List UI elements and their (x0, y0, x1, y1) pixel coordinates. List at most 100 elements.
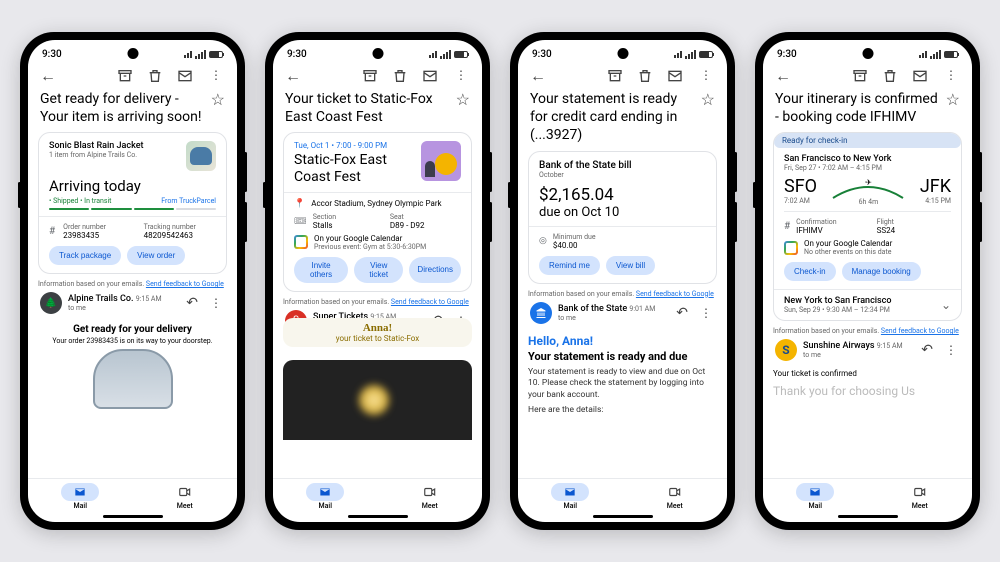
more-icon[interactable]: ⋮ (452, 68, 470, 84)
leg2-row[interactable]: New York to San Francisco Sun, Sep 29 • … (774, 289, 961, 320)
thanks-text: Thank you for choosing Us (773, 384, 962, 398)
concert-photo (283, 360, 472, 440)
ticket-header: Anna!your ticket to Static-Fox (283, 318, 472, 347)
star-icon[interactable]: ☆ (701, 90, 715, 109)
chevron-down-icon: ⌄ (941, 298, 951, 312)
feedback-link[interactable]: Send feedback to Google (881, 327, 959, 335)
battery-icon (209, 51, 223, 58)
tracking-number: 48209542463 (144, 231, 216, 240)
product-name: Sonic Blast Rain Jacket (49, 141, 178, 151)
hash-icon: # (784, 221, 790, 232)
min-due: $40.00 (553, 241, 596, 250)
leg1-date: Fri, Sep 27 • 7:02 AM – 4:15 PM (784, 164, 951, 172)
event-image (421, 141, 461, 181)
mail-tab[interactable]: Mail (273, 483, 378, 510)
mail-icon[interactable] (912, 68, 928, 84)
reply-icon[interactable]: ↶ (183, 295, 201, 311)
mail-icon[interactable] (177, 68, 193, 84)
event-name: Static-Fox East Coast Fest (294, 152, 413, 186)
message-more-icon[interactable]: ⋮ (207, 296, 225, 310)
email-subject: Your itinerary is confirmed - booking co… (775, 90, 940, 126)
phone-4: 9:30 ← ⋮ Your itinerary is confirmed - b… (755, 32, 980, 530)
archive-icon[interactable] (362, 68, 378, 84)
back-icon[interactable]: ← (285, 68, 301, 84)
archive-icon[interactable] (117, 68, 133, 84)
delete-icon[interactable] (882, 68, 898, 84)
camera-cutout (127, 48, 138, 59)
bill-card: Bank of the State bill October $2,165.04… (528, 151, 717, 284)
sender-avatar (530, 302, 552, 324)
more-icon[interactable]: ⋮ (697, 68, 715, 84)
email-subject: Your statement is ready for credit card … (530, 90, 695, 145)
itinerary-card: Ready for check-in San Francisco to New … (773, 132, 962, 321)
carrier: From TruckParcel (161, 197, 216, 205)
feedback-link[interactable]: Send feedback to Google (391, 298, 469, 306)
meet-tab[interactable]: Meet (623, 483, 728, 510)
phone-3: 9:30 ← ⋮ Your statement is ready for cre… (510, 32, 735, 530)
more-icon[interactable]: ⋮ (207, 68, 225, 84)
checkin-button[interactable]: Check-in (784, 262, 836, 281)
feedback-link[interactable]: Send feedback to Google (146, 280, 224, 288)
arriving-status: Arriving today (49, 177, 216, 195)
event-datetime: Tue, Oct 1 • 7:00 - 9:00 PM (294, 141, 413, 150)
view-ticket-button[interactable]: View ticket (354, 257, 403, 283)
sender-name: Sunshine Airways (803, 341, 874, 351)
mail-tab[interactable]: Mail (763, 483, 868, 510)
more-icon[interactable]: ⋮ (942, 68, 960, 84)
leg1-title: San Francisco to New York (784, 154, 951, 164)
body-heading: Get ready for your delivery (38, 324, 227, 335)
section-value: Stalls (313, 221, 384, 230)
message-more-icon[interactable]: ⋮ (942, 343, 960, 357)
delete-icon[interactable] (637, 68, 653, 84)
body-text2: Here are the details: (528, 405, 717, 416)
min-icon: ◎ (539, 236, 547, 246)
sender-row[interactable]: Bank of the State 9:01 AM to me ↶ ⋮ (528, 298, 717, 328)
archive-icon[interactable] (607, 68, 623, 84)
seat-icon: 🎟 (294, 216, 307, 227)
view-bill-button[interactable]: View bill (606, 256, 655, 275)
remind-button[interactable]: Remind me (539, 256, 600, 275)
back-icon[interactable]: ← (530, 68, 546, 84)
venue: Accor Stadium, Sydney Olympic Park (311, 199, 441, 208)
gesture-bar[interactable] (103, 515, 163, 518)
sender-avatar: S (775, 339, 797, 361)
confirmation: IFHIMV (796, 226, 870, 235)
bill-month: October (539, 171, 706, 179)
delete-icon[interactable] (392, 68, 408, 84)
mail-tab[interactable]: Mail (28, 483, 133, 510)
body-text: Your order 23983435 is on its way to you… (38, 337, 227, 345)
feedback-link[interactable]: Send feedback to Google (636, 290, 714, 298)
bill-name: Bank of the State bill (539, 160, 706, 171)
directions-button[interactable]: Directions (409, 257, 461, 283)
back-icon[interactable]: ← (40, 68, 56, 84)
back-icon[interactable]: ← (775, 68, 791, 84)
track-package-button[interactable]: Track package (49, 246, 121, 265)
archive-icon[interactable] (852, 68, 868, 84)
star-icon[interactable]: ☆ (456, 90, 470, 109)
sender-row[interactable]: S Sunshine Airways 9:15 AM to me ↶ ⋮ (773, 335, 962, 365)
delete-icon[interactable] (147, 68, 163, 84)
mail-icon[interactable] (667, 68, 683, 84)
meet-tab[interactable]: Meet (868, 483, 973, 510)
meet-tab[interactable]: Meet (378, 483, 483, 510)
greeting: Hello, Anna! (528, 334, 717, 348)
reply-icon[interactable]: ↶ (673, 305, 691, 321)
from-code: SFO (784, 176, 817, 197)
reply-icon[interactable]: ↶ (918, 342, 936, 358)
manage-booking-button[interactable]: Manage booking (842, 262, 921, 281)
message-more-icon[interactable]: ⋮ (697, 306, 715, 320)
sender-row[interactable]: 🌲 Alpine Trails Co. 9:15 AM to me ↶ ⋮ (38, 288, 227, 318)
view-order-button[interactable]: View order (127, 246, 185, 265)
star-icon[interactable]: ☆ (946, 90, 960, 109)
bill-amount: $2,165.04 (539, 185, 706, 205)
bottom-nav: Mail Meet (28, 478, 237, 513)
email-subject: Get ready for delivery - Your item is ar… (40, 90, 205, 126)
seat-value: D89 - D92 (390, 221, 461, 230)
meet-tab[interactable]: Meet (133, 483, 238, 510)
mail-icon[interactable] (422, 68, 438, 84)
email-subject: Your ticket to Static-Fox East Coast Fes… (285, 90, 450, 126)
mail-tab[interactable]: Mail (518, 483, 623, 510)
invite-button[interactable]: Invite others (294, 257, 348, 283)
leg2-title: New York to San Francisco (784, 296, 892, 306)
star-icon[interactable]: ☆ (211, 90, 225, 109)
